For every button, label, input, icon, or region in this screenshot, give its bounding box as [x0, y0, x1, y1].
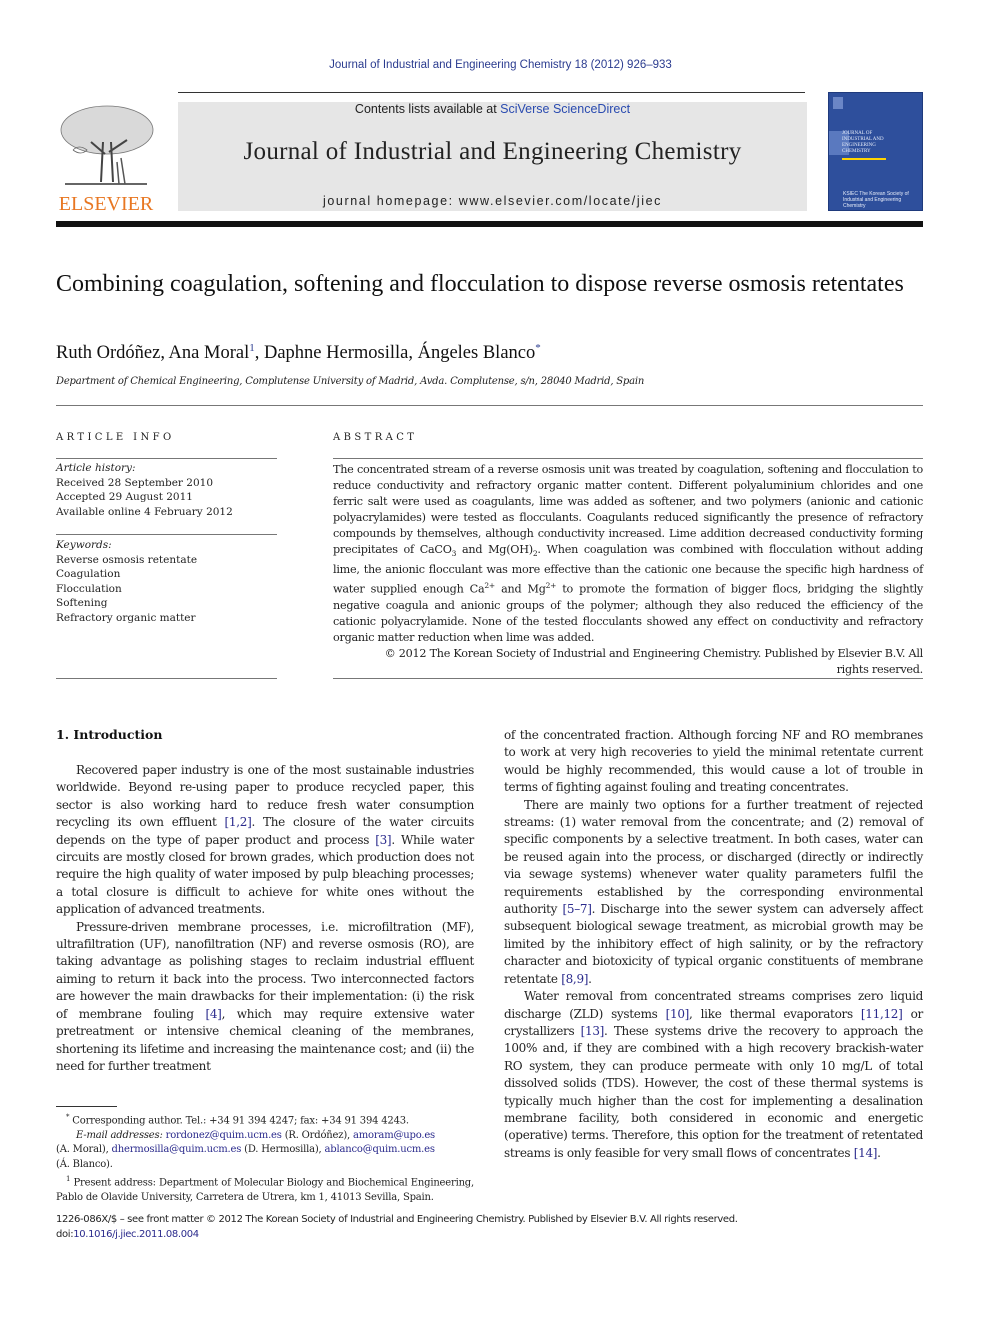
email-link[interactable]: amoram@upo.es	[353, 1130, 435, 1141]
contents-line: Contents lists available at SciVerse Sci…	[178, 102, 807, 116]
issn-line: 1226-086X/$ – see front matter © 2012 Th…	[56, 1214, 738, 1225]
citation-link[interactable]: [5–7]	[563, 902, 592, 916]
keywords: Keywords: Reverse osmosis retentate Coag…	[56, 539, 198, 624]
author: Ana Moral	[168, 343, 250, 363]
cover-publisher-mark	[833, 97, 843, 109]
journal-citation[interactable]: Journal of Industrial and Engineering Ch…	[0, 59, 992, 71]
citation-link[interactable]: [10]	[666, 1007, 690, 1021]
body-right-column: of the concentrated fraction. Although f…	[504, 727, 923, 1162]
divider	[56, 678, 277, 679]
divider	[56, 458, 277, 459]
divider	[56, 405, 923, 406]
article-history: Article history: Received 28 September 2…	[56, 462, 233, 518]
affiliation: Department of Chemical Engineering, Comp…	[56, 376, 645, 387]
author-list: Ruth Ordóñez, Ana Moral1, Daphne Hermosi…	[56, 342, 541, 363]
citation-link[interactable]: [11,12]	[861, 1007, 903, 1021]
accepted-date: Accepted 29 August 2011	[56, 491, 193, 504]
sciencedirect-link[interactable]: SciVerse ScienceDirect	[500, 102, 630, 116]
divider	[333, 678, 923, 679]
journal-homepage-link[interactable]: journal homepage: www.elsevier.com/locat…	[178, 194, 807, 208]
contents-prefix: Contents lists available at	[354, 102, 501, 116]
citation-link[interactable]: [4]	[205, 1007, 221, 1021]
keyword: Softening	[56, 597, 108, 610]
divider	[333, 458, 923, 459]
author-footnote-mark[interactable]: 1	[249, 342, 255, 354]
author: Ángeles Blanco	[417, 343, 536, 363]
online-date: Available online 4 February 2012	[56, 505, 233, 518]
divider	[56, 534, 277, 535]
citation-link[interactable]: [13]	[581, 1024, 605, 1038]
paragraph: Pressure-driven membrane processes, i.e.…	[56, 919, 474, 1073]
citation-link[interactable]: [8,9]	[561, 972, 588, 986]
doi-link[interactable]: 10.1016/j.jiec.2011.08.004	[73, 1229, 199, 1240]
email-link[interactable]: ablanco@quim.ucm.es	[325, 1144, 435, 1155]
header-thick-rule	[56, 221, 923, 227]
elsevier-wordmark: ELSEVIER	[58, 193, 154, 215]
citation-link[interactable]: [1,2]	[225, 815, 252, 829]
keyword: Flocculation	[56, 582, 122, 595]
citation-link[interactable]: [14]	[854, 1146, 878, 1160]
cover-society: KSIEC The Korean Society of Industrial a…	[843, 191, 909, 209]
author: Daphne Hermosilla	[263, 343, 409, 363]
keyword: Reverse osmosis retentate	[56, 553, 198, 566]
header-rule	[178, 92, 805, 93]
article-info-heading: ARTICLE INFO	[56, 432, 175, 443]
keyword: Coagulation	[56, 568, 121, 581]
journal-banner: Contents lists available at SciVerse Sci…	[178, 102, 807, 211]
received-date: Received 28 September 2010	[56, 476, 214, 489]
email-link[interactable]: dhermosilla@quim.ucm.es	[112, 1144, 242, 1155]
paragraph: There are mainly two options for a furth…	[504, 797, 923, 986]
paragraph: Water removal from concentrated streams …	[504, 989, 924, 1160]
footnotes: * Corresponding author. Tel.: +34 91 394…	[56, 1113, 474, 1203]
keyword: Refractory organic matter	[56, 611, 196, 624]
abstract-text: The concentrated stream of a reverse osm…	[333, 463, 924, 676]
journal-cover[interactable]: JOURNAL OF INDUSTRIAL AND ENGINEERING CH…	[828, 92, 923, 211]
paragraph: of the concentrated fraction. Although f…	[504, 728, 923, 795]
email-link[interactable]: rordonez@quim.ucm.es	[166, 1130, 282, 1141]
abstract-heading: ABSTRACT	[333, 432, 418, 443]
corresponding-author-mark[interactable]: *	[535, 342, 541, 354]
tree-icon	[60, 105, 154, 185]
citation-link[interactable]: [3]	[375, 833, 391, 847]
paragraph: Recovered paper industry is one of the m…	[56, 763, 474, 917]
cover-title: JOURNAL OF INDUSTRIAL AND ENGINEERING CH…	[842, 131, 884, 154]
abstract-copyright: © 2012 The Korean Society of Industrial …	[384, 646, 924, 676]
section-heading: 1. Introduction	[56, 727, 163, 742]
journal-title: Journal of Industrial and Engineering Ch…	[243, 138, 742, 165]
elsevier-logo[interactable]: ELSEVIER	[55, 102, 157, 214]
body-left-column: Recovered paper industry is one of the m…	[56, 762, 474, 1075]
front-matter-note: 1226-086X/$ – see front matter © 2012 Th…	[56, 1214, 738, 1240]
article-title: Combining coagulation, softening and flo…	[56, 271, 904, 297]
author: Ruth Ordóñez	[56, 343, 161, 363]
footnote-rule	[56, 1106, 117, 1107]
cover-accent-bar	[842, 158, 886, 160]
